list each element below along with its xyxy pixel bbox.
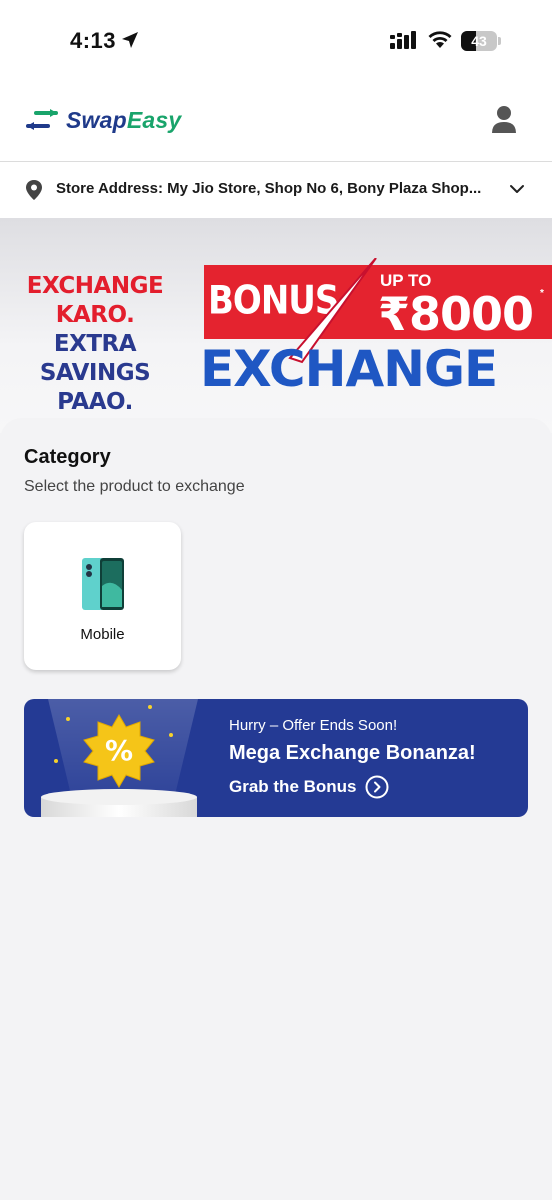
location-arrow-icon <box>122 32 138 48</box>
badge-symbol: % <box>105 734 133 767</box>
status-bar: 4:13 43 <box>0 0 552 80</box>
discount-badge-icon: % <box>83 714 155 788</box>
wifi-icon <box>428 31 452 48</box>
banner-line-4: PAAO. <box>57 389 133 415</box>
battery-indicator: 43 <box>461 31 501 51</box>
exchange-wordmark: EXCHANGE <box>200 340 498 398</box>
chevron-down-icon[interactable] <box>508 182 526 196</box>
brand-name: SwapEasy <box>66 107 181 134</box>
banner-tagline: EXCHANGE KARO. EXTRA SAVINGS PAAO. <box>0 272 190 417</box>
mobile-phone-image <box>82 558 124 610</box>
podium-top <box>41 789 197 805</box>
swap-arrows-icon <box>26 109 58 130</box>
promo-kicker: Hurry – Offer Ends Soon! <box>229 717 398 734</box>
battery-level: 43 <box>471 33 487 49</box>
brand-name-swap: Swap <box>66 106 127 133</box>
banner-line-1: EXCHANGE <box>26 273 164 299</box>
bonus-amount: ₹8000 <box>378 287 534 341</box>
status-time: 4:13 <box>70 28 117 53</box>
content-sheet: Category Select the product to exchange … <box>0 418 552 1200</box>
brand-name-easy: Easy <box>126 106 182 133</box>
category-title: Category <box>24 446 111 468</box>
banner-line-3: EXTRA SAVINGS <box>39 331 151 386</box>
user-icon[interactable] <box>486 102 522 138</box>
app-header: SwapEasy <box>0 80 552 162</box>
location-pin-icon <box>26 180 42 200</box>
chevron-right-circle-icon <box>365 775 389 799</box>
exchange-bonus-banner[interactable]: EXCHANGE KARO. EXTRA SAVINGS PAAO. BONUS… <box>0 218 552 433</box>
banner-line-2: KARO. <box>55 302 135 328</box>
category-subtitle: Select the product to exchange <box>24 478 245 495</box>
grab-bonus-link[interactable]: Grab the Bonus <box>229 774 389 800</box>
store-address-text: Store Address: My Jio Store, Shop No 6, … <box>56 180 482 197</box>
brand-logo[interactable]: SwapEasy <box>26 105 181 135</box>
cellular-signal-icon <box>390 31 416 49</box>
grab-bonus-label: Grab the Bonus <box>229 777 357 796</box>
bonus-asterisk: * <box>540 288 544 299</box>
mega-exchange-promo-banner[interactable]: % Hurry – Offer Ends Soon! Mega Exchange… <box>24 699 528 817</box>
store-address-selector[interactable]: Store Address: My Jio Store, Shop No 6, … <box>0 162 552 218</box>
category-label-mobile: Mobile <box>80 626 125 643</box>
promo-title: Mega Exchange Bonanza! <box>229 742 476 764</box>
category-card-mobile[interactable]: Mobile <box>24 522 181 670</box>
